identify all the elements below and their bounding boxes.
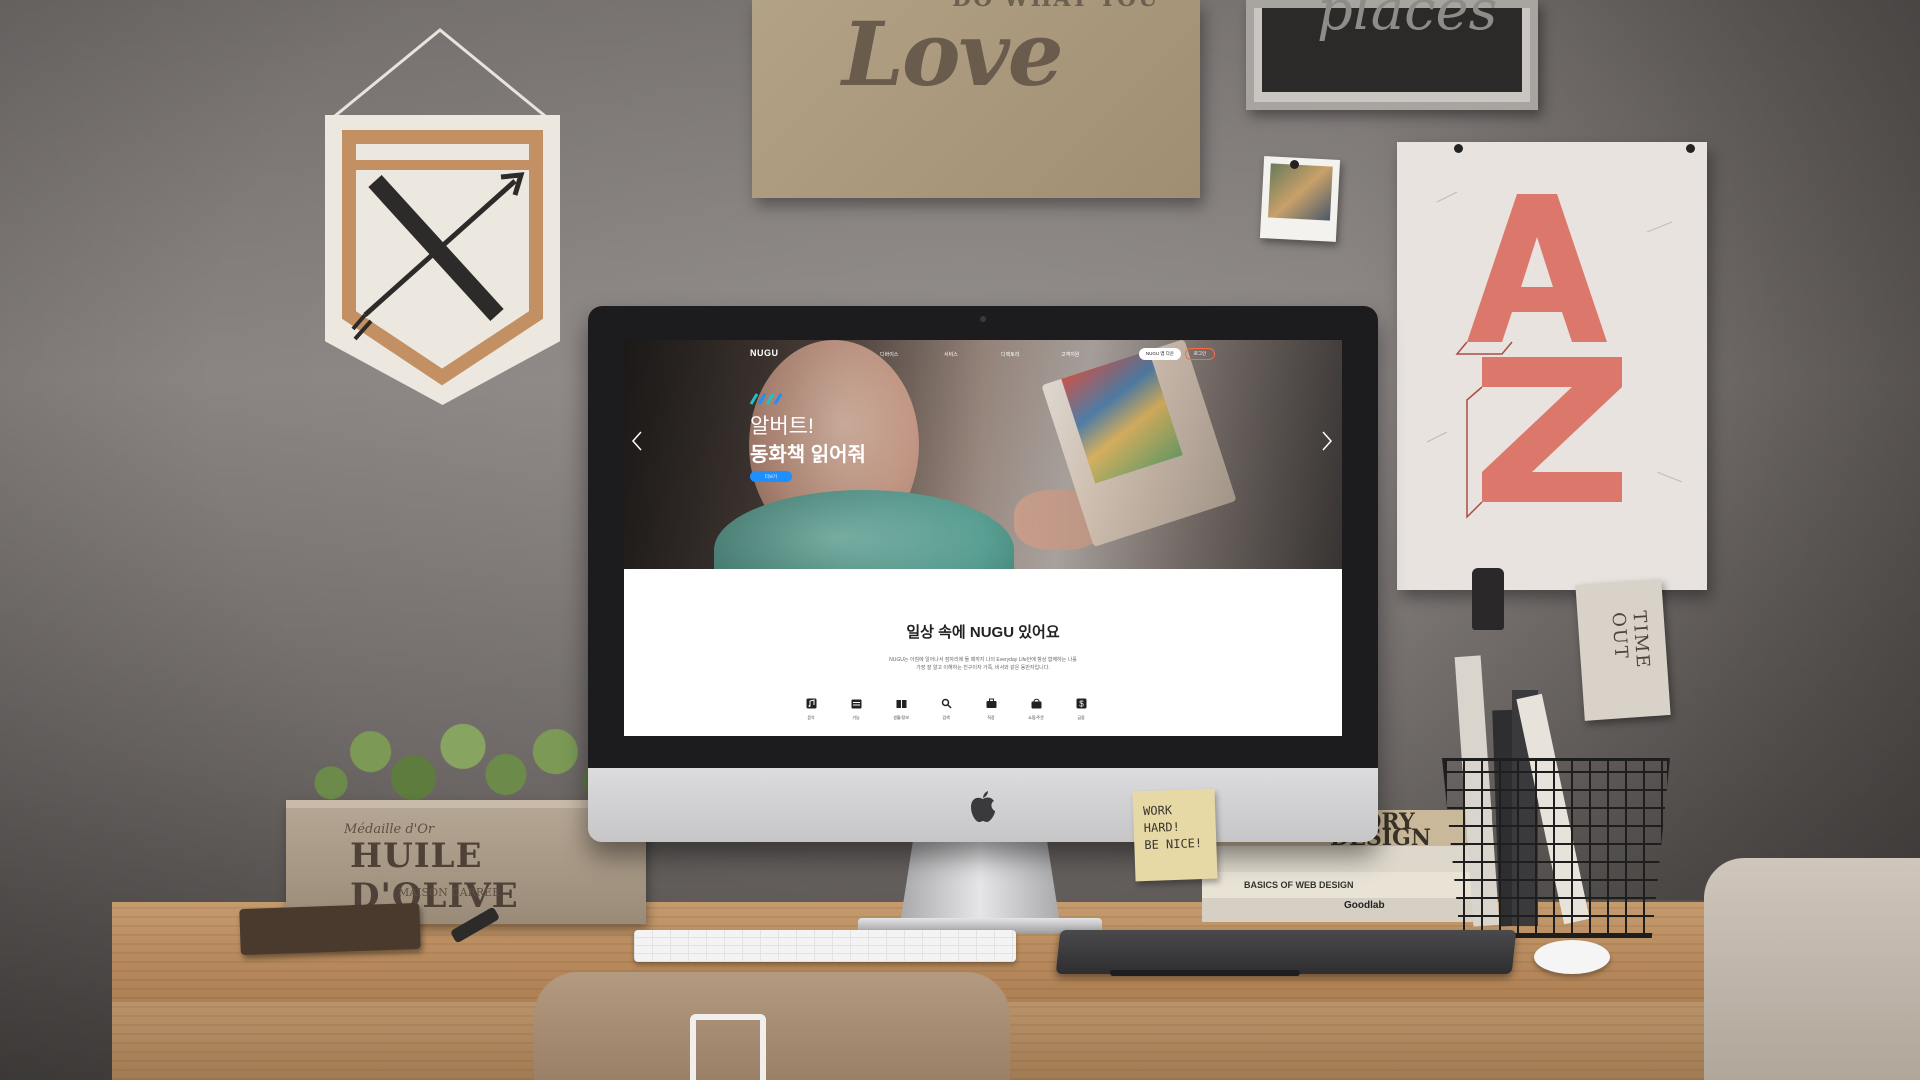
timeout-text: TIME OUT bbox=[1607, 610, 1654, 671]
feature-icon-row: 음악 기능 생활/정보 검색 직장 쇼핑/주문 $ 금융 bbox=[796, 698, 1176, 728]
briefcase-icon bbox=[986, 698, 996, 708]
feature-finance[interactable]: $ 금융 bbox=[1066, 698, 1096, 721]
top-nav: NUGU 디바이스 서비스 디렉토리 고객지원 NUGU 앱 다운 로그인 bbox=[624, 340, 1342, 370]
nugu-mark-icon bbox=[749, 393, 783, 405]
feature-label: 직장 bbox=[987, 715, 995, 720]
notebook bbox=[239, 902, 421, 956]
camera-icon bbox=[980, 316, 986, 322]
wire-basket bbox=[1442, 758, 1670, 938]
feature-label: 검색 bbox=[942, 715, 950, 720]
hero-title: 알버트! bbox=[750, 415, 814, 438]
timeout-card: TIME OUT bbox=[1575, 579, 1671, 721]
az-poster bbox=[1397, 142, 1707, 590]
monitor-stand bbox=[900, 842, 1060, 924]
carousel-dots bbox=[976, 561, 991, 569]
clip-tag bbox=[1472, 568, 1504, 630]
app-download-button[interactable]: NUGU 앱 다운 bbox=[1139, 348, 1181, 360]
pin-icon bbox=[1686, 144, 1695, 153]
hero-banner: NUGU 디바이스 서비스 디렉토리 고객지원 NUGU 앱 다운 로그인 알버… bbox=[624, 340, 1342, 569]
section-description: NUGU는 아침에 일어나서 잠자리에 들 때까지 나의 Everyday Li… bbox=[833, 656, 1133, 672]
feature-search[interactable]: 검색 bbox=[931, 698, 961, 721]
chevron-right-icon[interactable] bbox=[1320, 430, 1334, 452]
sticky-note-text: WORK HARD! BE NICE! bbox=[1142, 803, 1203, 853]
feature-life-info[interactable]: 생활/정보 bbox=[886, 698, 916, 721]
section-description-line: 가장 잘 알고 이해하는 친구이자 가족, 비서와 같은 동반자입니다. bbox=[916, 665, 1050, 671]
apple-logo-icon bbox=[971, 791, 995, 822]
book-title-basics: BASICS OF WEB DESIGN bbox=[1244, 880, 1354, 890]
hero-overlay bbox=[624, 340, 1342, 569]
dollar-icon: $ bbox=[1076, 698, 1086, 709]
nav-item-services[interactable]: 서비스 bbox=[944, 351, 958, 358]
chalkboard-frame: places bbox=[1246, 0, 1538, 110]
stylus bbox=[1110, 970, 1300, 976]
section-description-line: NUGU는 아침에 일어나서 잠자리에 들 때까지 나의 Everyday Li… bbox=[889, 657, 1077, 663]
feature-music[interactable]: 음악 bbox=[796, 698, 826, 721]
mouse bbox=[1534, 940, 1610, 974]
login-button[interactable]: 로그인 bbox=[1185, 348, 1215, 360]
nugu-logo[interactable]: NUGU bbox=[750, 348, 779, 358]
website-screen: NUGU 디바이스 서비스 디렉토리 고객지원 NUGU 앱 다운 로그인 알버… bbox=[624, 340, 1342, 736]
feature-shopping[interactable]: 쇼핑/주문 bbox=[1021, 698, 1051, 721]
hero-more-button[interactable]: 더보기 bbox=[750, 471, 792, 482]
music-icon bbox=[806, 698, 816, 709]
nav-item-directory[interactable]: 디렉토리 bbox=[1001, 351, 1019, 358]
pin-icon bbox=[1290, 160, 1299, 169]
chair-frame bbox=[690, 1014, 766, 1080]
crate-caption: MAISON CARRÉE bbox=[398, 886, 501, 899]
book-icon bbox=[896, 700, 906, 708]
banner-string bbox=[329, 28, 551, 122]
love-poster-title: Love bbox=[842, 2, 1064, 106]
chalkboard: places bbox=[1262, 0, 1522, 92]
hero-subtitle: 동화책 읽어줘 bbox=[750, 444, 866, 466]
search-icon bbox=[941, 698, 952, 709]
feature-function[interactable]: 기능 bbox=[841, 698, 871, 721]
chevron-left-icon[interactable] bbox=[630, 430, 644, 452]
section-title: 일상 속에 NUGU 있어요 bbox=[906, 624, 1060, 641]
crate-subtitle: Médaille d'Or bbox=[344, 822, 435, 837]
feature-label: 기능 bbox=[852, 715, 860, 720]
nav-item-support[interactable]: 고객지원 bbox=[1061, 351, 1079, 358]
feature-label: 금융 bbox=[1077, 715, 1085, 720]
book-title-goodlab: Goodlab bbox=[1344, 900, 1385, 911]
feature-work[interactable]: 직장 bbox=[976, 698, 1006, 721]
pin-icon bbox=[1454, 144, 1463, 153]
feature-label: 생활/정보 bbox=[893, 715, 909, 720]
plant bbox=[298, 710, 628, 814]
shopping-icon bbox=[1031, 698, 1041, 709]
monitor-chin bbox=[588, 768, 1378, 842]
photo-image bbox=[1267, 163, 1333, 221]
feature-label: 쇼핑/주문 bbox=[1028, 715, 1044, 720]
nav-item-devices[interactable]: 디바이스 bbox=[880, 351, 898, 358]
side-chair bbox=[1704, 858, 1920, 1080]
chalkboard-text: places bbox=[1317, 0, 1498, 43]
chair-back bbox=[534, 972, 1010, 1080]
polaroid-photo bbox=[1259, 156, 1341, 242]
svg-text:$: $ bbox=[1079, 700, 1084, 709]
drawing-tablet bbox=[1055, 930, 1517, 974]
sticky-note: WORK HARD! BE NICE! bbox=[1132, 788, 1218, 882]
keyboard bbox=[634, 930, 1016, 962]
love-poster: DO WHAT YOU Love bbox=[752, 0, 1200, 198]
feature-label: 음악 bbox=[807, 715, 815, 720]
calendar-icon bbox=[851, 699, 861, 709]
az-letters-image bbox=[1426, 191, 1683, 519]
